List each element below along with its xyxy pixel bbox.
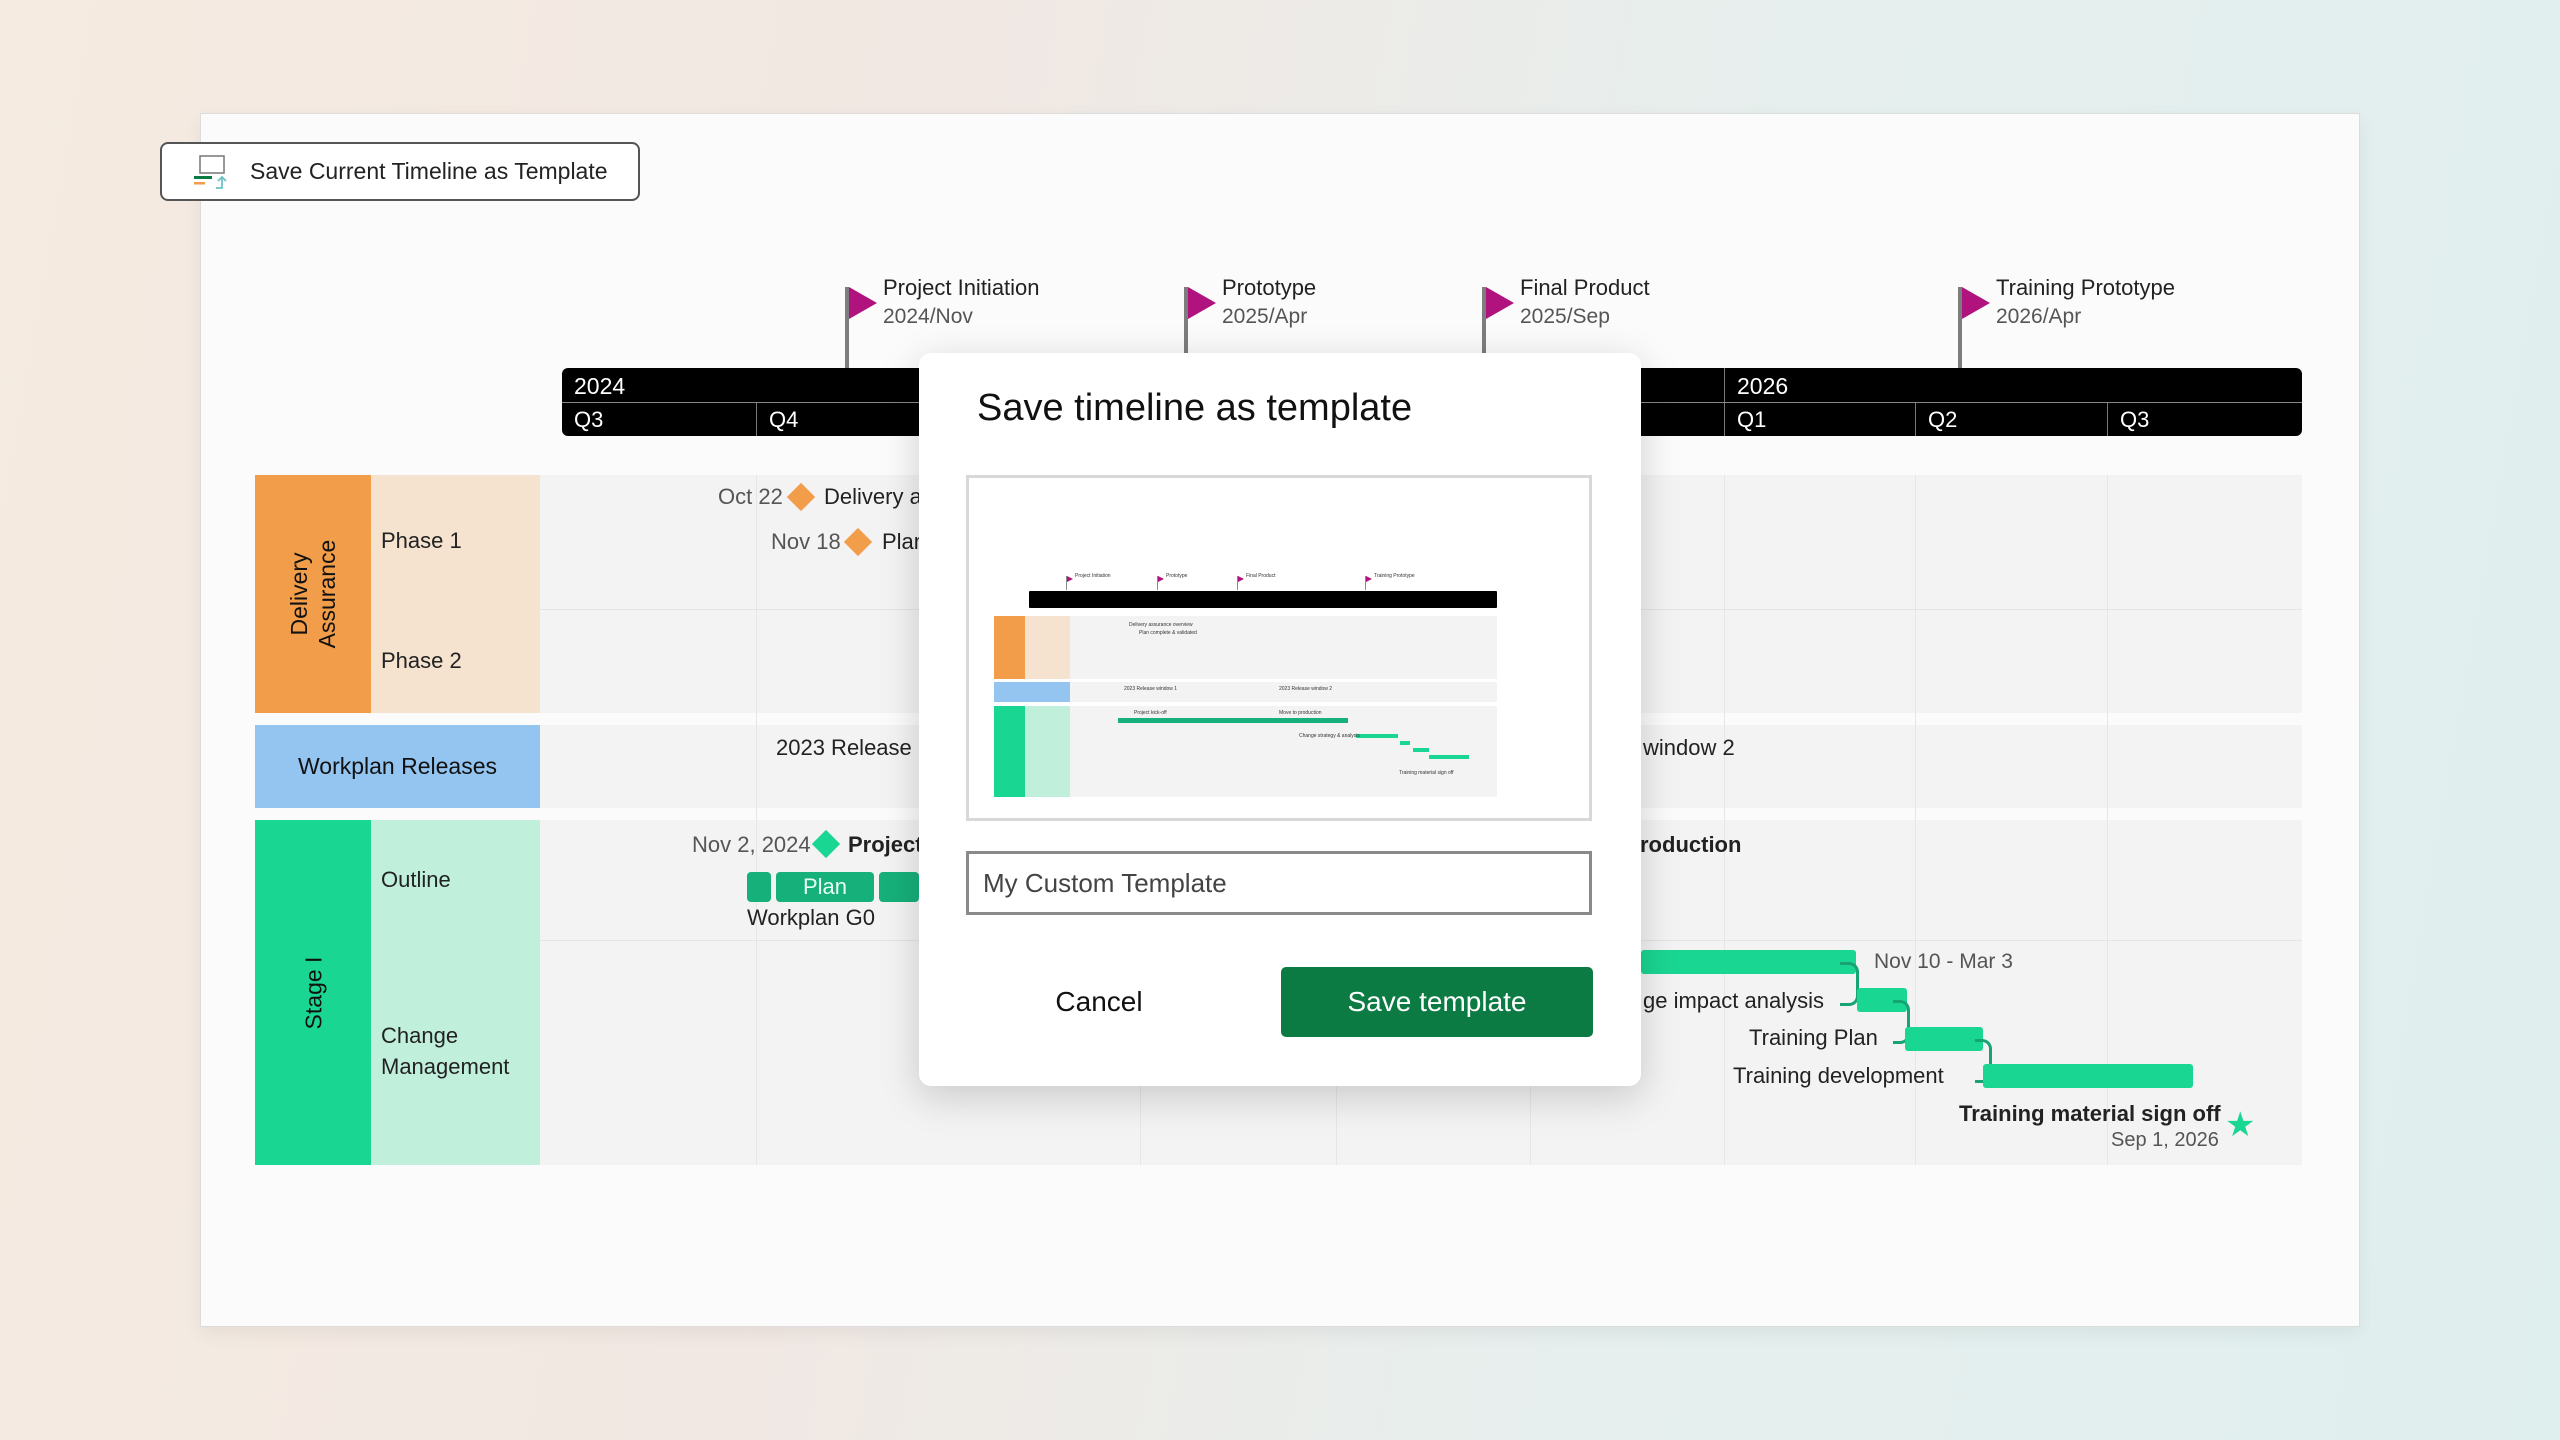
quarter-label: Q3: [2107, 403, 2149, 436]
row-outline[interactable]: Outline: [371, 820, 540, 940]
quarter-label: Q3: [574, 407, 604, 432]
task-bar-training-development[interactable]: [1983, 1064, 2193, 1088]
quarter-label: Q1: [1724, 403, 1766, 436]
preview-swimlane: [1025, 706, 1070, 797]
row-phase-1[interactable]: Phase 1: [371, 475, 540, 609]
flag-icon: [1158, 576, 1164, 582]
preview-bar: [1400, 741, 1410, 745]
grid-line: [756, 475, 757, 1165]
save-current-timeline-as-template-button[interactable]: Save Current Timeline as Template: [160, 142, 640, 201]
preview-text: Project Initiation: [1075, 573, 1111, 579]
row-phase-2[interactable]: Phase 2: [371, 609, 540, 713]
preview-text: Training material sign off: [1399, 770, 1454, 776]
swimlane-stage-i[interactable]: Stage I: [255, 820, 371, 1165]
flag-icon: [1238, 576, 1244, 582]
preview-text: Training Prototype: [1374, 573, 1415, 579]
grid-line: [2107, 475, 2108, 1165]
template-preview: Project Initiation Prototype Final Produ…: [966, 475, 1592, 821]
preview-text: Project kick-off: [1134, 710, 1167, 716]
flag-icon: [1486, 287, 1514, 319]
task-label[interactable]: Project: [848, 832, 923, 858]
grid-line: [1915, 475, 1916, 1165]
milestone-date: 2025/Apr: [1222, 305, 1308, 328]
task-label[interactable]: Training Plan: [1749, 1025, 1878, 1051]
preview-text: Change strategy & analysis: [1299, 733, 1360, 739]
preview-swimlane: [994, 616, 1025, 679]
outline-phase-bar[interactable]: Plan: [776, 872, 874, 902]
swimlane-delivery-assurance[interactable]: Delivery Assurance: [255, 475, 371, 713]
preview-swimlane: [994, 682, 1070, 702]
milestone-title: Final Product: [1520, 275, 1650, 300]
release-window-label[interactable]: window 2: [1643, 735, 1735, 761]
swimlane-title: Workplan Releases: [297, 753, 497, 779]
task-label[interactable]: roduction: [1640, 832, 1741, 858]
preview-bar: [1429, 755, 1469, 759]
flag-icon: [1188, 287, 1216, 319]
quarter-label: Q4: [756, 403, 798, 436]
template-name-input[interactable]: [966, 851, 1592, 915]
swimlane-title: Delivery Assurance: [286, 539, 340, 649]
outline-phase-bar[interactable]: [747, 872, 771, 902]
release-window-label[interactable]: 2023 Release: [776, 735, 912, 761]
workplan-label: Workplan G0: [747, 905, 875, 930]
task-label[interactable]: Delivery a: [824, 484, 922, 510]
outline-phase-bar[interactable]: [879, 872, 919, 902]
flag-icon: [1067, 576, 1073, 582]
task-range: Nov 10 - Mar 3: [1874, 950, 2013, 973]
preview-text: Delivery assurance overview: [1129, 622, 1193, 628]
task-date: Nov 2, 2024: [692, 832, 811, 857]
milestone-date: 2025/Sep: [1520, 305, 1610, 328]
preview-swimlane: [1025, 616, 1070, 679]
preview-outline-bar: [1118, 718, 1348, 723]
quarter-label: Q2: [1915, 403, 1957, 436]
cancel-button[interactable]: Cancel: [999, 967, 1199, 1037]
task-label[interactable]: Training development: [1733, 1063, 1944, 1089]
save-template-button[interactable]: Save template: [1281, 967, 1593, 1037]
task-bar-change-strategy[interactable]: [1641, 950, 1856, 974]
year-label: 2026: [1724, 368, 2302, 402]
preview-text: Prototype: [1166, 573, 1188, 579]
row-change-management[interactable]: Change Management: [371, 940, 540, 1165]
preview-swimlane: [994, 706, 1025, 797]
task-bar-training-plan[interactable]: [1905, 1027, 1983, 1051]
swimlane-title: Stage I: [299, 956, 326, 1029]
dialog-title: Save timeline as template: [977, 387, 1413, 429]
milestone-date: 2026/Apr: [1996, 305, 2082, 328]
task-date: Sep 1, 2026: [2111, 1129, 2219, 1151]
preview-bar: [1413, 748, 1429, 752]
task-label[interactable]: ge impact analysis: [1643, 988, 1824, 1014]
preview-timescale: [1029, 591, 1497, 608]
preview-text: 2023 Release window 1: [1124, 686, 1178, 692]
preview-text: Final Product: [1246, 573, 1276, 579]
milestone-title: Project Initiation: [883, 275, 1040, 300]
flag-icon: [1962, 287, 1990, 319]
milestone-title: Prototype: [1222, 275, 1317, 300]
milestone-date: 2024/Nov: [883, 305, 973, 328]
milestone-title: Training Prototype: [1996, 275, 2175, 300]
preview-text: 2023 Release window 2: [1279, 686, 1333, 692]
grid-line: [1724, 475, 1725, 1165]
save-current-label: Save Current Timeline as Template: [250, 158, 608, 184]
task-date: Oct 22: [718, 484, 783, 509]
preview-text: Plan complete & validated: [1139, 630, 1197, 636]
swimlane-workplan-releases[interactable]: Workplan Releases: [255, 725, 540, 808]
preview-bar: [1356, 734, 1398, 738]
save-template-icon: [194, 154, 230, 190]
flag-icon: [849, 287, 877, 319]
task-label[interactable]: Training material sign off: [1959, 1101, 2221, 1127]
preview-text: Move to production: [1279, 710, 1322, 716]
task-date: Nov 18: [771, 529, 841, 554]
save-template-dialog: Save timeline as template Project Initia…: [919, 353, 1641, 1086]
flag-icon: [1366, 576, 1372, 582]
star-icon[interactable]: ★: [2225, 1108, 2255, 1142]
preview-band: [1070, 682, 1497, 702]
